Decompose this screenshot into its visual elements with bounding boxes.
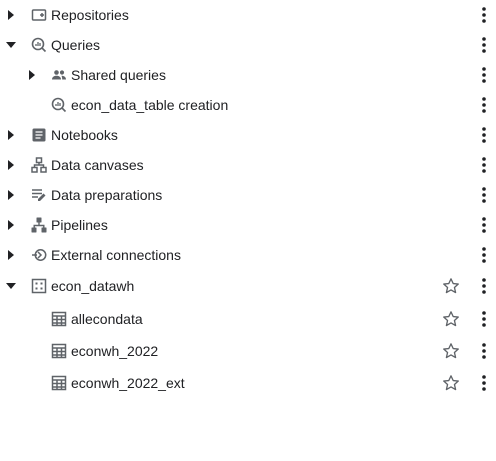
collapse-arrow-icon[interactable] <box>3 37 19 53</box>
tree-item-query[interactable]: econ_data_table creation <box>0 90 496 120</box>
more-options-icon[interactable] <box>474 340 494 362</box>
tree-item-label: econ_datawh <box>51 278 135 294</box>
table-name: econwh_2022_ext <box>71 375 185 391</box>
tree-item-repositories[interactable]: Repositories <box>0 0 496 30</box>
star-icon[interactable] <box>441 309 461 329</box>
more-options-icon[interactable] <box>474 372 494 394</box>
table-row[interactable]: econwh_2022 <box>0 335 496 367</box>
star-icon[interactable] <box>441 341 461 361</box>
repository-icon <box>31 7 47 23</box>
table-name: allecondata <box>71 311 143 327</box>
tree-item-dataset[interactable]: econ_datawh <box>0 270 496 302</box>
table-row[interactable]: econwh_2022_ext <box>0 367 496 399</box>
connection-icon <box>31 247 47 263</box>
more-options-icon[interactable] <box>474 275 494 297</box>
expand-arrow-icon[interactable] <box>3 127 19 143</box>
more-options-icon[interactable] <box>474 4 494 26</box>
tree-item-queries[interactable]: Queries <box>0 30 496 60</box>
expand-arrow-icon[interactable] <box>3 247 19 263</box>
tree-item-label: Notebooks <box>51 127 118 143</box>
tree-item-external-connections[interactable]: External connections <box>0 240 496 270</box>
query-icon <box>31 37 47 53</box>
tree-item-label: Queries <box>51 37 101 53</box>
expand-arrow-icon[interactable] <box>3 187 19 203</box>
tree-item-pipelines[interactable]: Pipelines <box>0 210 496 240</box>
more-options-icon[interactable] <box>474 184 494 206</box>
tree-item-shared-queries[interactable]: Shared queries <box>0 60 496 90</box>
more-options-icon[interactable] <box>474 34 494 56</box>
tree-item-label: Shared queries <box>71 67 166 83</box>
tree-item-label: Pipelines <box>51 217 108 233</box>
pipeline-icon <box>31 217 47 233</box>
tree-item-label: econ_data_table creation <box>71 97 229 113</box>
query-icon <box>51 97 67 113</box>
tree-item-label: Data preparations <box>51 187 163 203</box>
table-name: econwh_2022 <box>71 343 159 359</box>
more-options-icon[interactable] <box>474 124 494 146</box>
collapse-arrow-icon[interactable] <box>3 278 19 294</box>
data-prep-icon <box>31 187 47 203</box>
tree-item-label: External connections <box>51 247 181 263</box>
more-options-icon[interactable] <box>474 308 494 330</box>
expand-arrow-icon[interactable] <box>3 217 19 233</box>
star-icon[interactable] <box>441 373 461 393</box>
more-options-icon[interactable] <box>474 244 494 266</box>
expand-arrow-icon[interactable] <box>24 67 40 83</box>
expand-arrow-icon[interactable] <box>3 7 19 23</box>
people-icon <box>51 67 67 83</box>
dataset-icon <box>31 278 47 294</box>
table-row[interactable]: allecondata <box>0 303 496 335</box>
tree-item-notebooks[interactable]: Notebooks <box>0 120 496 150</box>
table-icon <box>51 343 67 359</box>
canvas-icon <box>31 157 47 173</box>
more-options-icon[interactable] <box>474 94 494 116</box>
more-options-icon[interactable] <box>474 64 494 86</box>
table-icon <box>51 375 67 391</box>
explorer-tree: Repositories Queries Shared queries econ… <box>0 0 496 461</box>
expand-arrow-icon[interactable] <box>3 157 19 173</box>
star-icon[interactable] <box>441 276 461 296</box>
more-options-icon[interactable] <box>474 154 494 176</box>
tree-item-label: Data canvases <box>51 157 144 173</box>
tree-item-data-canvases[interactable]: Data canvases <box>0 150 496 180</box>
notebook-icon <box>31 127 47 143</box>
tree-item-label: Repositories <box>51 7 129 23</box>
table-icon <box>51 311 67 327</box>
more-options-icon[interactable] <box>474 214 494 236</box>
tree-item-data-preparations[interactable]: Data preparations <box>0 180 496 210</box>
